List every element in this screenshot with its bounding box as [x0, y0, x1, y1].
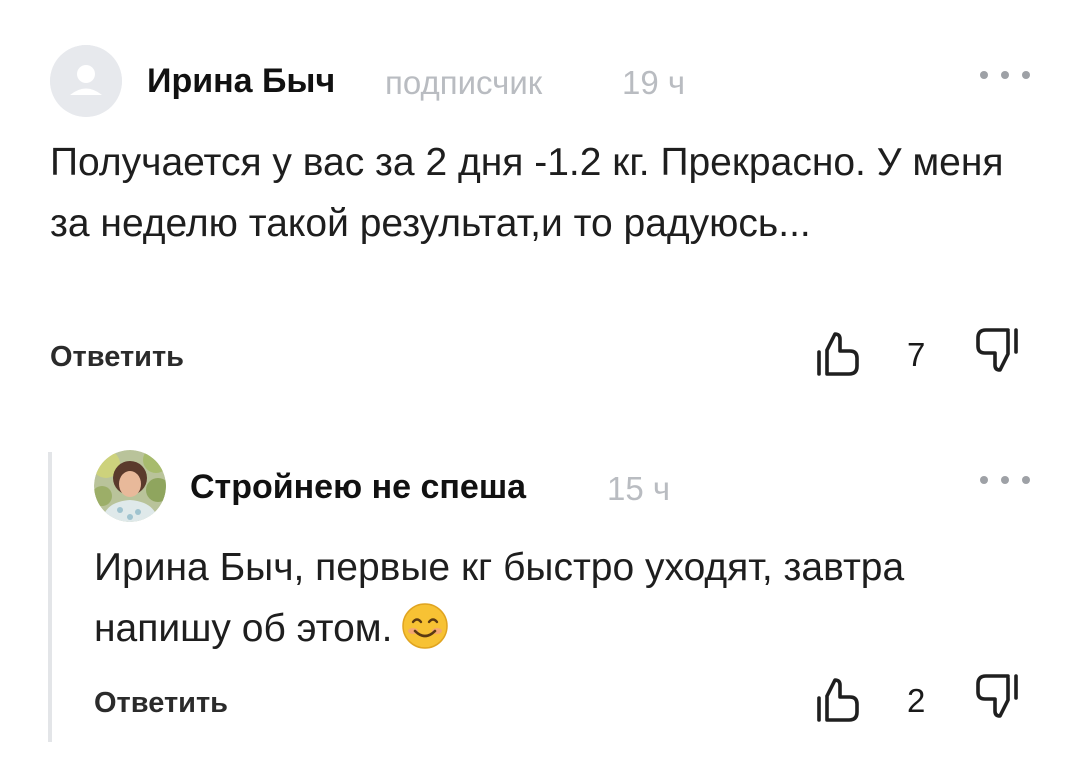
more-dot	[1001, 476, 1009, 484]
thumbs-down-icon	[976, 328, 1018, 372]
author-photo	[94, 450, 166, 522]
comment-text: Получается у вас за 2 дня -1.2 кг. Прекр…	[50, 141, 1004, 245]
avatar[interactable]	[50, 45, 122, 117]
like-button[interactable]	[813, 330, 863, 380]
more-options-button[interactable]	[980, 60, 1030, 90]
reply-like-count: 2	[907, 682, 926, 719]
reply-timestamp: 15 ч	[607, 470, 671, 507]
reply-text: Ирина Быч, первые кг быстро уходят, завт…	[94, 546, 905, 650]
user-placeholder-icon	[50, 45, 122, 117]
thread-line	[48, 452, 52, 742]
thumbs-up-icon	[817, 332, 859, 376]
like-count: 7	[907, 336, 926, 373]
comment-timestamp: 19 ч	[622, 64, 686, 101]
thumbs-up-icon	[817, 678, 859, 722]
more-dot	[1022, 71, 1030, 79]
subscriber-badge: подписчик	[385, 64, 543, 101]
more-dots-icon	[980, 71, 988, 79]
reply-dislike-button[interactable]	[972, 670, 1022, 720]
reply-author[interactable]: Стройнею не спеша	[190, 468, 526, 507]
smiling-face-emoji	[400, 601, 450, 651]
more-dot	[1022, 476, 1030, 484]
more-dots-icon	[980, 476, 988, 484]
thumbs-down-icon	[976, 674, 1018, 718]
smiling-face-icon	[402, 603, 449, 649]
reply-button[interactable]: Ответить	[50, 341, 184, 374]
comment-author[interactable]: Ирина Быч	[147, 62, 335, 101]
reply-avatar[interactable]	[94, 450, 166, 522]
reply-reply-button[interactable]: Ответить	[94, 687, 228, 720]
more-dot	[1001, 71, 1009, 79]
reply-text-block: Ирина Быч, первые кг быстро уходят, завт…	[94, 537, 1034, 659]
dislike-button[interactable]	[972, 324, 1022, 374]
comment: Ирина Быч подписчик 19 ч Получается у ва…	[0, 0, 1080, 400]
reply-like-button[interactable]	[813, 676, 863, 726]
reply-more-options-button[interactable]	[980, 465, 1030, 495]
